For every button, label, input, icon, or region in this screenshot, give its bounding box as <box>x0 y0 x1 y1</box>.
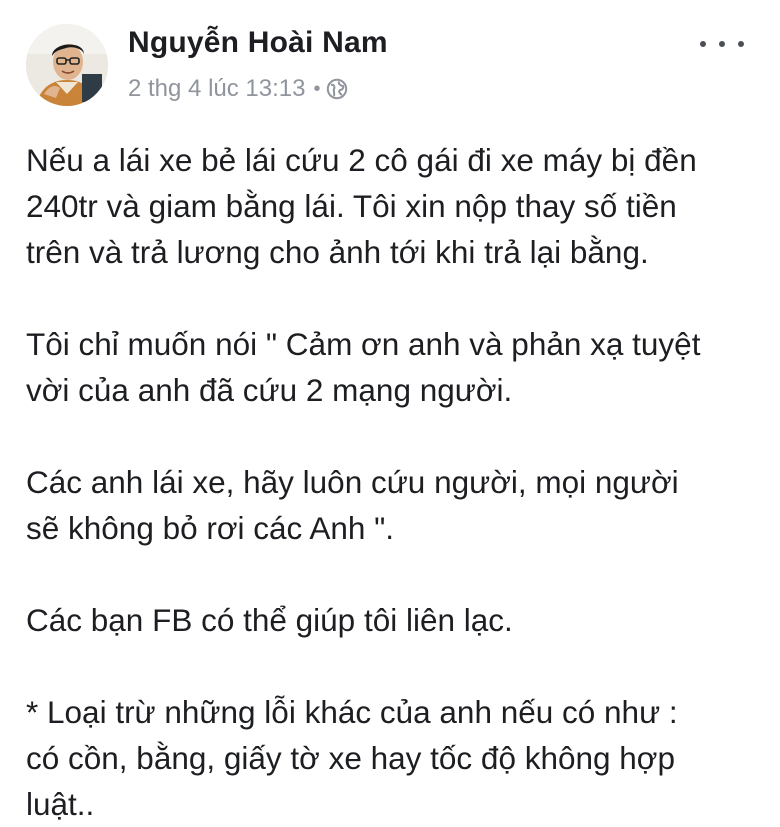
author-avatar[interactable] <box>26 24 108 106</box>
post-text-line: có cồn, bằng, giấy tờ xe hay tốc độ khôn… <box>26 740 675 776</box>
meta-separator: • <box>313 77 321 100</box>
post-text-line: vời của anh đã cứu 2 mạng người. <box>26 372 513 408</box>
post-meta: 2 thg 4 lúc 13:13 • <box>128 75 348 103</box>
post-body: Nếu a lái xe bẻ lái cứu 2 cô gái đi xe m… <box>26 137 766 827</box>
post-paragraph: Các bạn FB có thể giúp tôi liên lạc. <box>26 597 766 643</box>
more-dot <box>719 41 725 47</box>
post-text-line: Tôi chỉ muốn nói " Cảm ơn anh và phản xạ… <box>26 326 701 362</box>
post-timestamp[interactable]: 2 thg 4 lúc 13:13 <box>128 75 305 103</box>
post-text-line: Các anh lái xe, hãy luôn cứu người, mọi … <box>26 464 679 500</box>
post-paragraph: Nếu a lái xe bẻ lái cứu 2 cô gái đi xe m… <box>26 137 766 275</box>
avatar-image <box>26 24 108 106</box>
more-options-icon[interactable] <box>700 32 744 56</box>
post-paragraph: Các anh lái xe, hãy luôn cứu người, mọi … <box>26 459 766 551</box>
post-text-line: * Loại trừ những lỗi khác của anh nếu có… <box>26 694 678 730</box>
facebook-post: Nguyễn Hoài Nam 2 thg 4 lúc 13:13 • Nếu … <box>0 0 780 827</box>
post-paragraph: * Loại trừ những lỗi khác của anh nếu có… <box>26 689 766 827</box>
author-name[interactable]: Nguyễn Hoài Nam <box>128 26 388 60</box>
more-dot <box>700 41 706 47</box>
post-header: Nguyễn Hoài Nam 2 thg 4 lúc 13:13 • <box>0 0 780 120</box>
post-text-line: trên và trả lương cho ảnh tới khi trả lạ… <box>26 234 649 270</box>
post-text-line: Nếu a lái xe bẻ lái cứu 2 cô gái đi xe m… <box>26 142 697 178</box>
more-dot <box>738 41 744 47</box>
post-paragraph: Tôi chỉ muốn nói " Cảm ơn anh và phản xạ… <box>26 321 766 413</box>
post-text-line: luật.. <box>26 786 95 822</box>
post-text-line: sẽ không bỏ rơi các Anh ". <box>26 510 395 546</box>
globe-icon[interactable] <box>326 78 348 100</box>
post-text-line: 240tr và giam bằng lái. Tôi xin nộp thay… <box>26 188 677 224</box>
post-text-line: Các bạn FB có thể giúp tôi liên lạc. <box>26 602 513 638</box>
